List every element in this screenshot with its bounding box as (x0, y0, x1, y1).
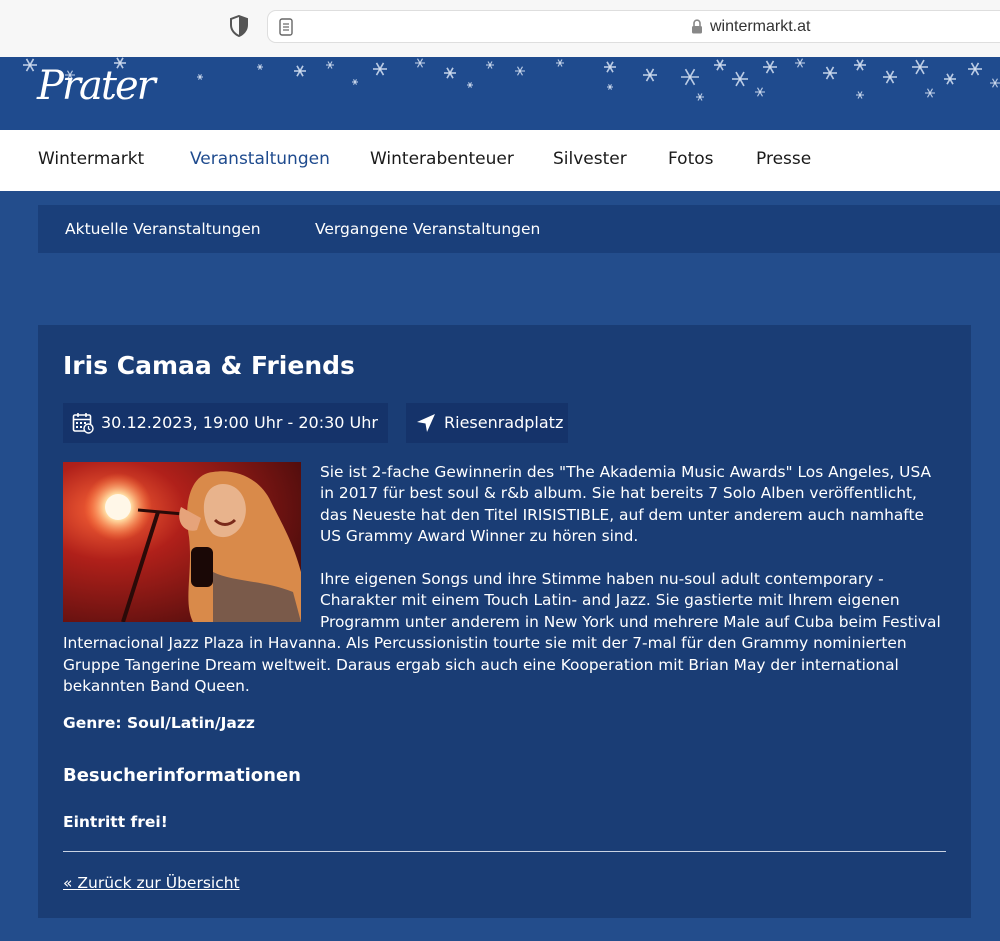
sub-navigation: Aktuelle Veranstaltungen Vergangene Vera… (38, 205, 1000, 253)
snowflake-icon (556, 59, 564, 67)
snowflake-icon (883, 70, 897, 84)
snowflake-icon (373, 62, 387, 76)
snowflake-icon (467, 82, 473, 88)
location-arrow-icon (417, 414, 435, 432)
address-bar[interactable]: wintermarkt.at (267, 10, 1000, 43)
snowflake-icon (732, 71, 748, 87)
event-description: Sie ist 2-fache Gewinnerin des "The Akad… (63, 462, 947, 719)
nav-item-silvester[interactable]: Silvester (553, 149, 627, 169)
event-date-box: 30.12.2023, 19:00 Uhr - 20:30 Uhr (63, 403, 388, 443)
snowflake-icon (696, 93, 704, 101)
reader-icon[interactable] (279, 18, 293, 36)
nav-item-presse[interactable]: Presse (756, 149, 811, 169)
snowflake-icon (197, 74, 203, 80)
snowflake-icon (823, 66, 837, 80)
url-text: wintermarkt.at (710, 18, 811, 35)
snowflake-icon (681, 68, 699, 86)
lock-icon (692, 19, 702, 34)
snowflake-icon (352, 79, 358, 85)
snowflake-icon (755, 87, 765, 97)
snowflake-icon (444, 67, 456, 79)
back-to-overview-link[interactable]: « Zurück zur Übersicht (63, 874, 240, 892)
snowflake-icon (854, 59, 866, 71)
snowflake-icon (912, 59, 928, 75)
snowflake-icon (714, 59, 726, 71)
snowflake-icon (607, 84, 613, 90)
snowflake-icon (23, 58, 37, 72)
event-location: Riesenradplatz (444, 413, 564, 432)
event-datetime: 30.12.2023, 19:00 Uhr - 20:30 Uhr (101, 413, 378, 432)
prater-logo[interactable]: Prater (37, 63, 156, 109)
nav-item-wintermarkt[interactable]: Wintermarkt (38, 149, 144, 169)
snowflake-icon (990, 78, 1000, 88)
nav-item-winterabenteuer[interactable]: Winterabenteuer (370, 149, 514, 169)
event-title: Iris Camaa & Friends (63, 351, 355, 380)
snowflake-icon (856, 91, 864, 99)
event-genre: Genre: Soul/Latin/Jazz (63, 714, 255, 732)
snowflake-icon (968, 62, 982, 76)
browser-toolbar: wintermarkt.at (0, 0, 1000, 57)
nav-item-fotos[interactable]: Fotos (668, 149, 714, 169)
site-header: Prater (0, 57, 1000, 130)
snowflake-icon (326, 61, 334, 69)
snowflake-icon (515, 66, 525, 76)
sub-nav-vergangene[interactable]: Vergangene Veranstaltungen (315, 220, 540, 238)
snowflake-icon (257, 64, 263, 70)
snowflake-icon (795, 58, 805, 68)
main-navigation: Wintermarkt Veranstaltungen Winterabente… (0, 130, 1000, 191)
snowflake-icon (643, 68, 657, 82)
snowflake-icon (486, 61, 494, 69)
event-location-box: Riesenradplatz (406, 403, 568, 443)
snowflake-icon (604, 61, 616, 73)
shield-icon[interactable] (229, 15, 249, 37)
divider (63, 851, 946, 852)
snowflake-icon (763, 60, 777, 74)
snowflake-icon (415, 58, 425, 68)
sub-nav-aktuelle[interactable]: Aktuelle Veranstaltungen (65, 220, 261, 238)
entry-info: Eintritt frei! (63, 813, 168, 831)
calendar-icon (72, 413, 94, 434)
visitor-info-heading: Besucherinformationen (63, 765, 301, 786)
snowflake-icon (294, 65, 306, 77)
event-card: Iris Camaa & Friends 30.12.2023, 19:00 U… (38, 325, 971, 918)
snowflake-icon (925, 88, 935, 98)
nav-item-veranstaltungen[interactable]: Veranstaltungen (190, 149, 330, 169)
snowflake-icon (944, 73, 956, 85)
